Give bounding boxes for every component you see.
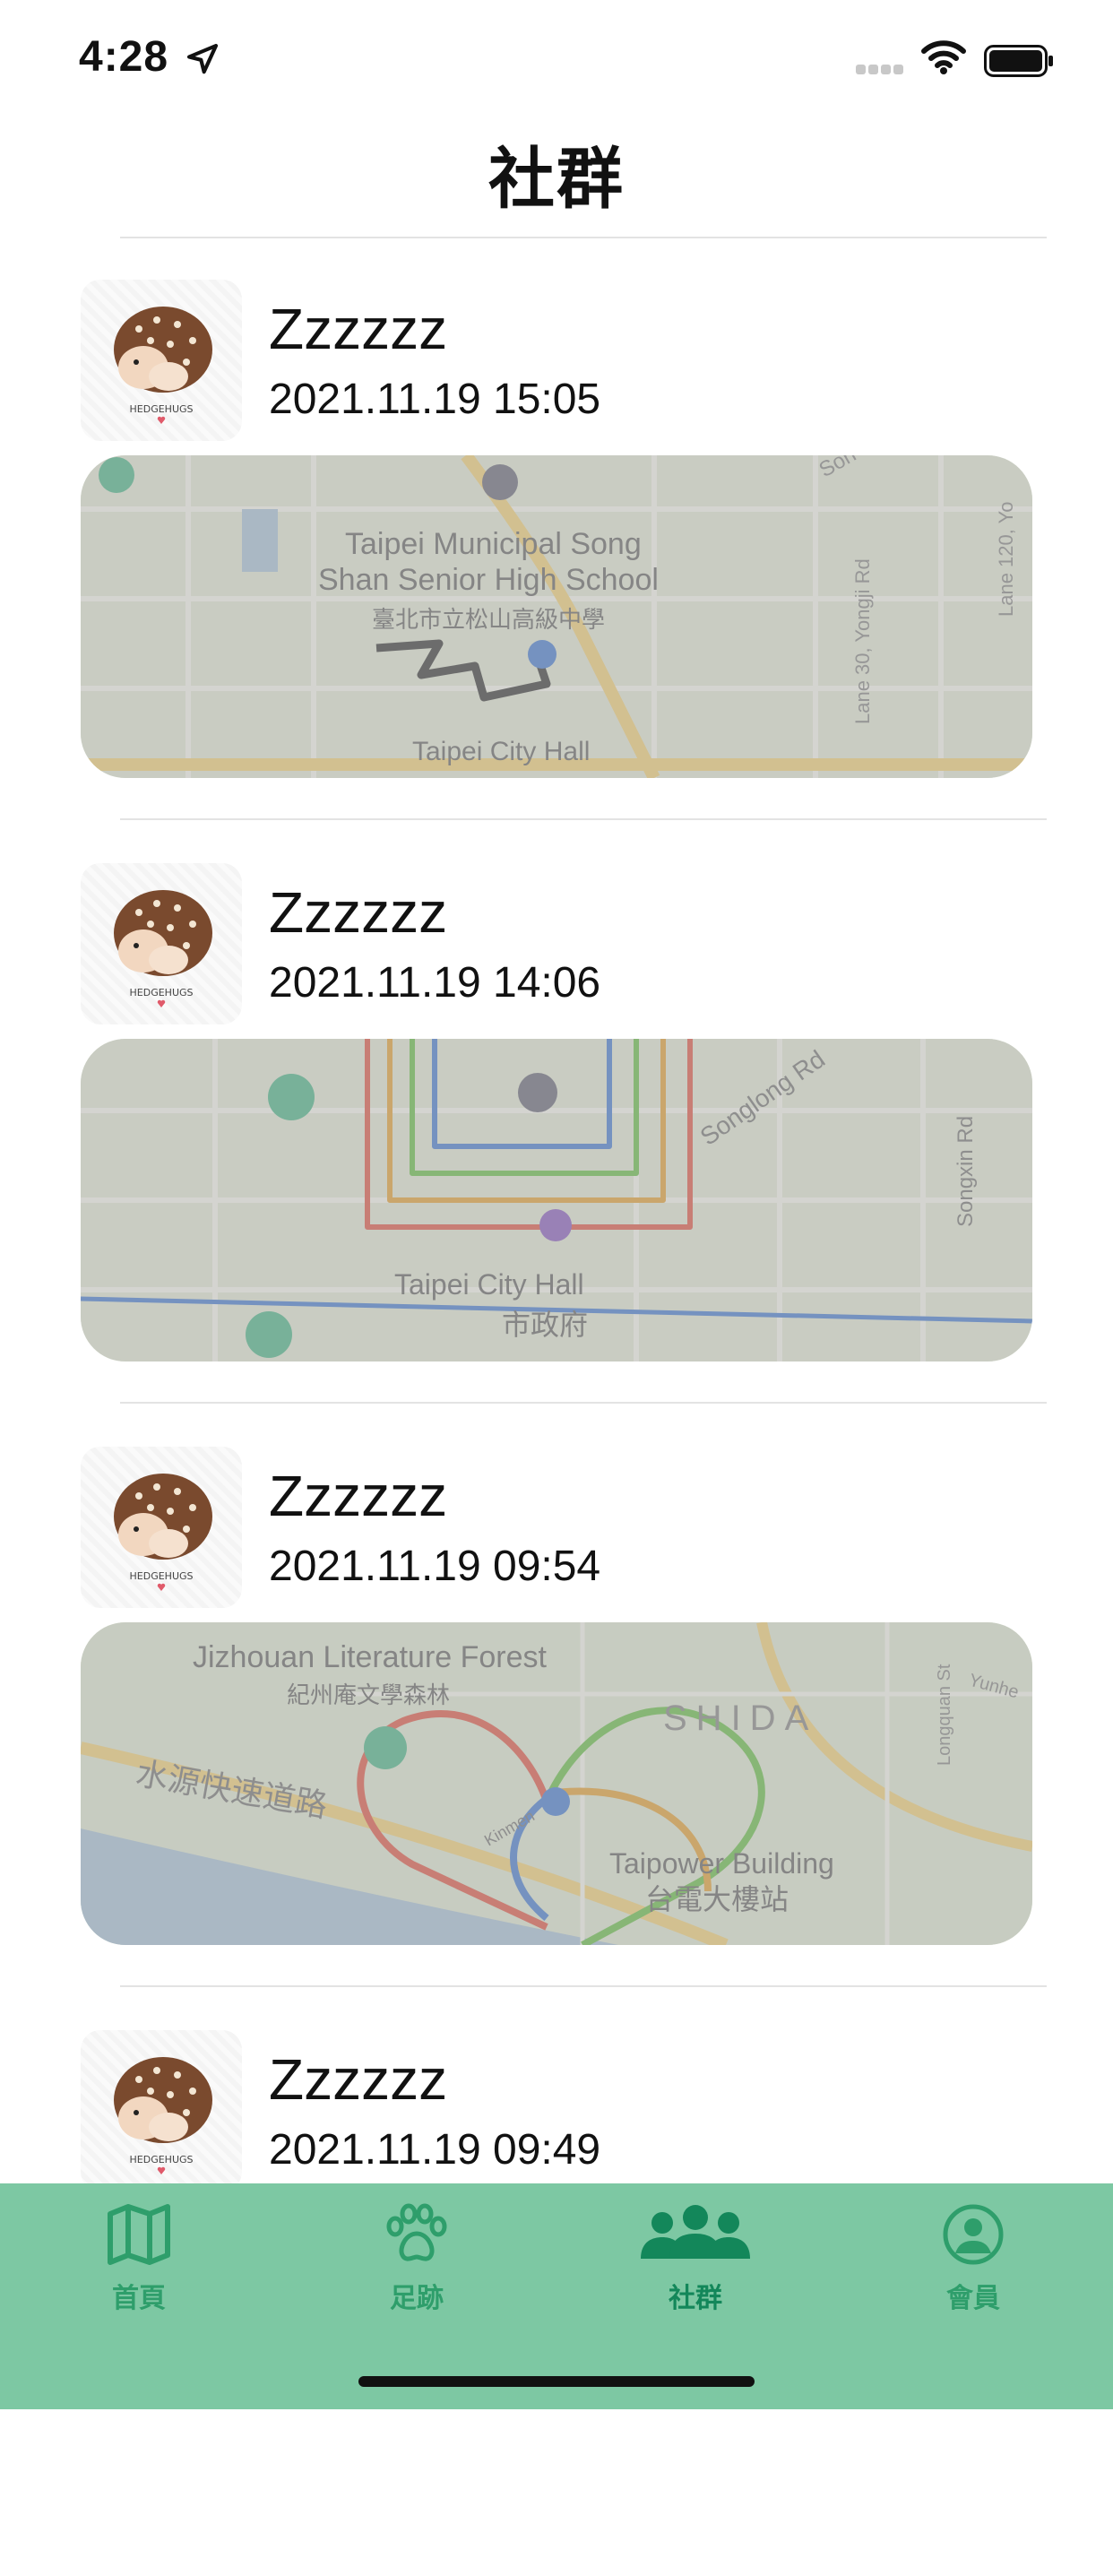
hedgehog-icon: HEDGEHUGS — [114, 890, 212, 1007]
route-map[interactable]: Taipei Municipal Song Shan Senior High S… — [81, 455, 1032, 778]
page-title: 社群 — [488, 142, 625, 216]
svg-text:HEDGEHUGS: HEDGEHUGS — [130, 1570, 194, 1582]
battery-icon — [984, 45, 1053, 77]
avatar[interactable]: HEDGEHUGS — [81, 2030, 242, 2191]
avatar[interactable]: HEDGEHUGS — [81, 280, 242, 441]
post-username: Zzzzzz — [269, 297, 448, 361]
post-username: Zzzzzz — [269, 1464, 448, 1528]
hedgehog-icon: HEDGEHUGS — [114, 307, 212, 424]
svg-text:HEDGEHUGS: HEDGEHUGS — [130, 987, 194, 998]
hedgehog-icon: HEDGEHUGS — [114, 1474, 212, 1591]
tab-bar: 首頁 足跡 社群 會員 — [0, 2183, 1113, 2409]
tab-footprint[interactable]: 足跡 — [327, 2203, 506, 2315]
home-indicator[interactable] — [358, 2376, 755, 2387]
svg-text:HEDGEHUGS: HEDGEHUGS — [130, 403, 194, 415]
post-card[interactable]: HEDGEHUGS Zzzzzz 2021.11.19 09:54 Jizhou… — [0, 1409, 1113, 1993]
tab-label: 首頁 — [112, 2284, 166, 2313]
divider — [120, 818, 1047, 820]
post-date: 2021.11.19 14:06 — [269, 959, 601, 1007]
people-icon — [641, 2205, 750, 2259]
post-username: Zzzzzz — [269, 2047, 448, 2112]
divider — [120, 1985, 1047, 1987]
paw-icon — [386, 2203, 447, 2261]
avatar[interactable]: HEDGEHUGS — [81, 1447, 242, 1608]
signal-icon — [856, 63, 906, 79]
post-card[interactable]: HEDGEHUGS Zzzzzz 2021.11.19 15:05 Taipei… — [0, 242, 1113, 826]
tab-community[interactable]: 社群 — [606, 2203, 785, 2315]
location-arrow-icon — [186, 43, 219, 74]
tab-home[interactable]: 首頁 — [49, 2203, 229, 2315]
status-bar: 4:28 — [0, 0, 1113, 117]
wifi-icon — [921, 40, 966, 74]
route-map[interactable]: Jizhouan Literature Forest 紀州庵文學森林 SHIDA… — [81, 1622, 1032, 1945]
divider — [120, 237, 1047, 238]
post-username: Zzzzzz — [269, 880, 448, 945]
route-map[interactable]: Songlong Rd Songxin Rd Taipei City Hall … — [81, 1039, 1032, 1361]
tab-label: 足跡 — [390, 2284, 444, 2313]
post-card[interactable]: HEDGEHUGS Zzzzzz 2021.11.19 14:06 Songlo… — [0, 826, 1113, 1409]
post-date: 2021.11.19 09:49 — [269, 2126, 601, 2174]
tab-member[interactable]: 會員 — [884, 2203, 1063, 2315]
tab-label: 會員 — [946, 2284, 1000, 2313]
post-date: 2021.11.19 15:05 — [269, 376, 601, 423]
status-time: 4:28 — [79, 33, 169, 81]
tab-label: 社群 — [669, 2284, 722, 2313]
divider — [120, 1402, 1047, 1404]
svg-text:HEDGEHUGS: HEDGEHUGS — [130, 2154, 194, 2165]
person-circle-icon — [943, 2204, 1004, 2265]
post-date: 2021.11.19 09:54 — [269, 1543, 601, 1590]
hedgehog-icon: HEDGEHUGS — [114, 2057, 212, 2174]
avatar[interactable]: HEDGEHUGS — [81, 863, 242, 1024]
map-icon — [108, 2204, 170, 2265]
